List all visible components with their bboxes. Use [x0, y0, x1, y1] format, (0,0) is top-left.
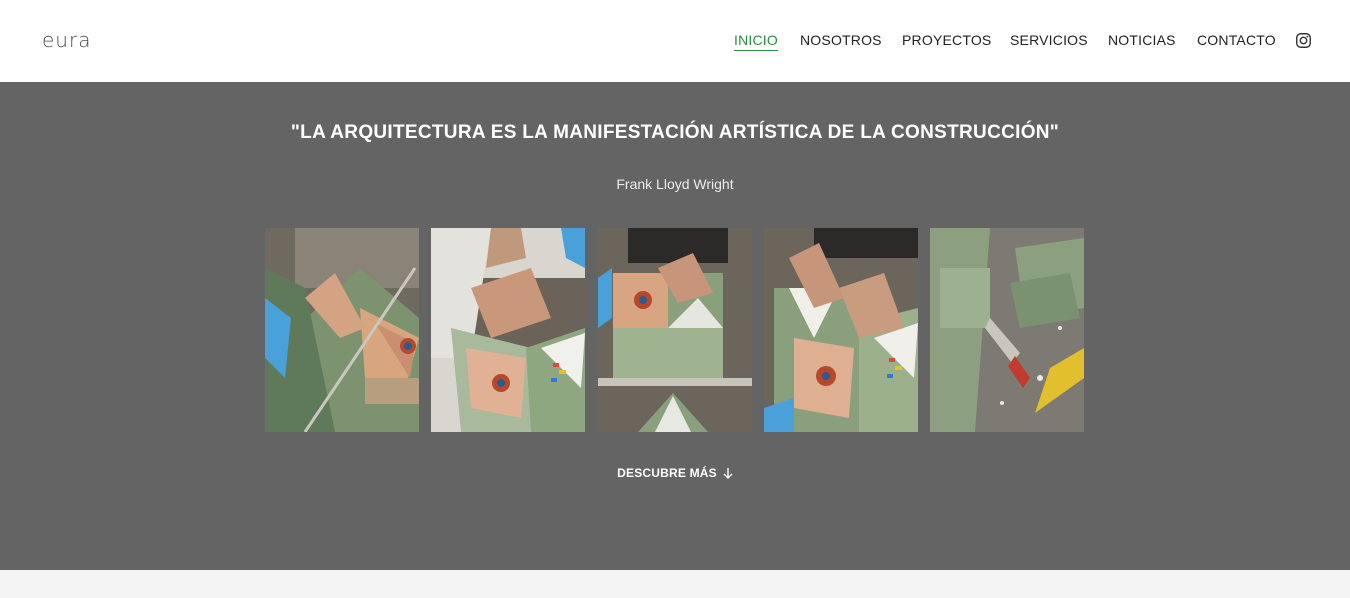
arrow-down-icon [723, 467, 733, 482]
hero-section: "LA ARQUITECTURA ES LA MANIFESTACIÓN ART… [0, 82, 1350, 570]
nav-item-inicio[interactable]: INICIO [734, 32, 778, 51]
gallery-photo-2[interactable] [431, 228, 585, 432]
hero-quote: "LA ARQUITECTURA ES LA MANIFESTACIÓN ART… [290, 122, 1060, 143]
nav-item-proyectos[interactable]: PROYECTOS [902, 32, 991, 50]
discover-more-button[interactable]: DESCUBRE MÁS [617, 466, 733, 480]
discover-more-row: DESCUBRE MÁS [0, 466, 1350, 482]
nav-item-noticias[interactable]: NOTICIAS [1108, 32, 1176, 50]
gallery-photo-1[interactable] [265, 228, 419, 432]
gallery-photo-3[interactable] [598, 228, 752, 432]
photo-gallery [265, 228, 1085, 432]
quote-author: Frank Lloyd Wright [616, 176, 734, 192]
next-section-band [0, 570, 1350, 598]
gallery-photo-4[interactable] [764, 228, 918, 432]
nav-item-nosotros[interactable]: NOSOTROS [800, 32, 882, 50]
instagram-icon[interactable] [1296, 33, 1311, 48]
site-header: eura INICIO NOSOTROS PROYECTOS SERVICIOS… [0, 0, 1350, 82]
nav-item-servicios[interactable]: SERVICIOS [1010, 32, 1088, 50]
gallery-photo-5[interactable] [930, 228, 1084, 432]
nav-item-contacto[interactable]: CONTACTO [1197, 32, 1276, 50]
main-nav: INICIO NOSOTROS PROYECTOS SERVICIOS NOTI… [0, 32, 1350, 56]
discover-more-label: DESCUBRE MÁS [617, 466, 717, 480]
